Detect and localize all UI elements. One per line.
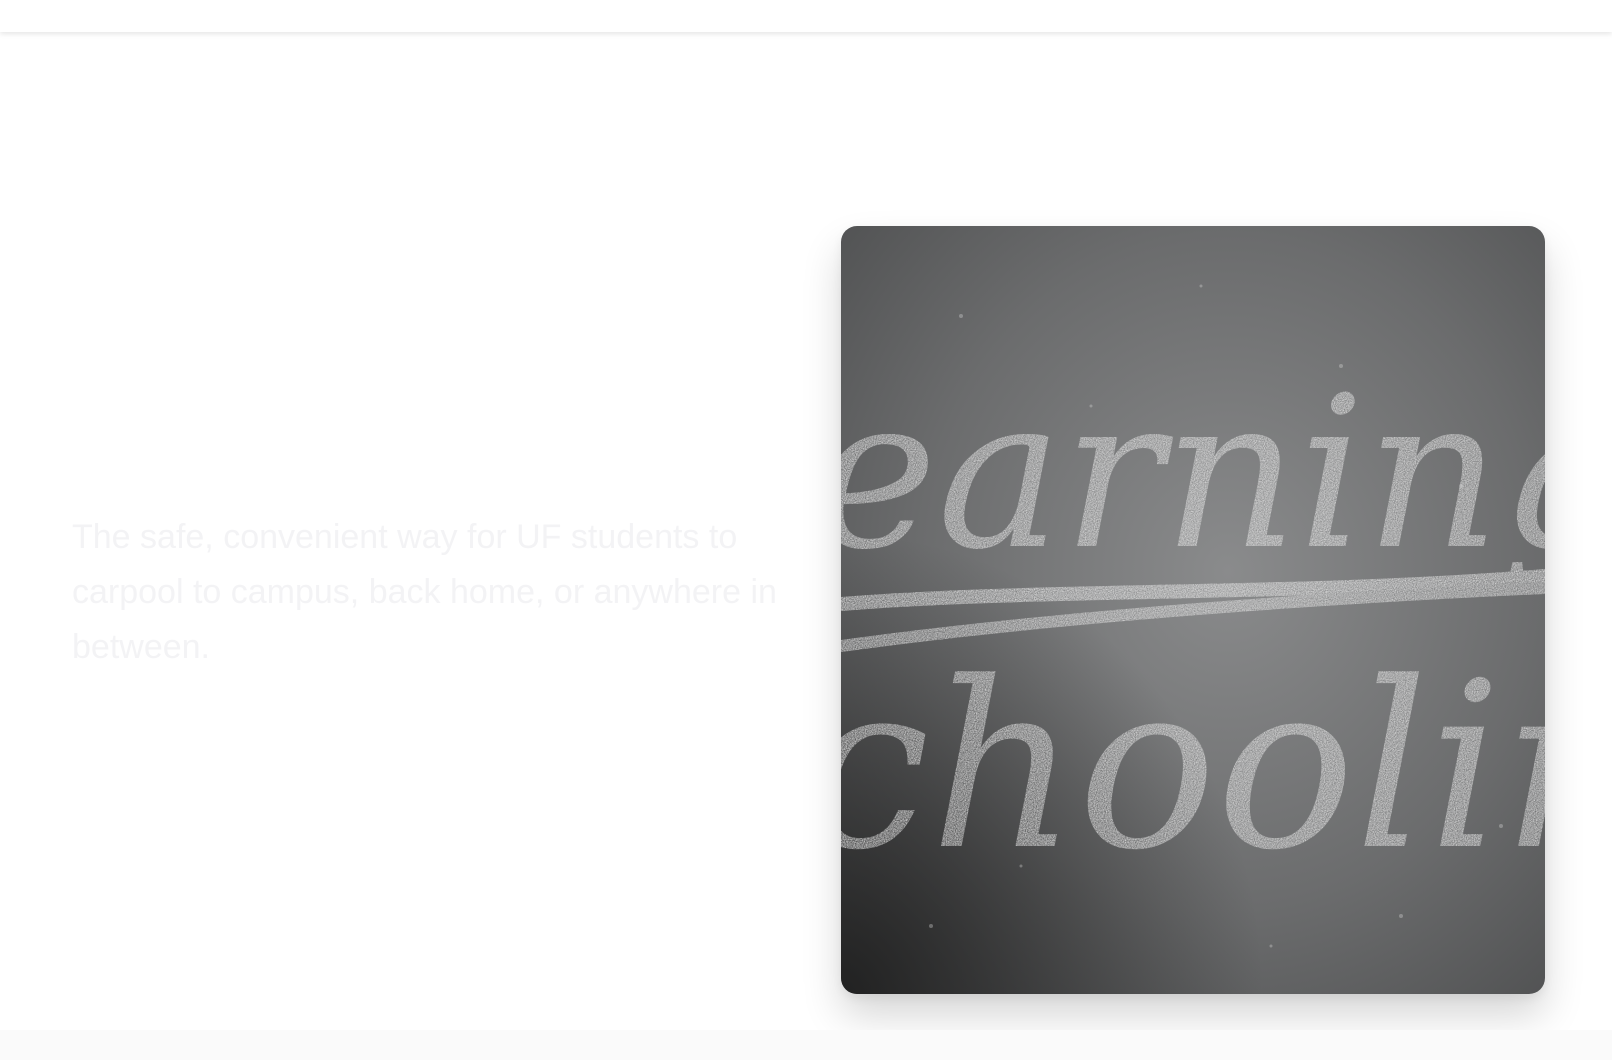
- chalkboard-image: earning choolin: [841, 226, 1545, 994]
- hero-tagline: The safe, convenient way for UF students…: [72, 518, 777, 666]
- chalk-word-bottom: choolin: [841, 634, 1545, 901]
- page-bottom-band: [0, 1030, 1612, 1060]
- chalk-word-top: earning: [841, 351, 1545, 596]
- hero-image: earning choolin: [841, 226, 1545, 994]
- top-navigation-bar: [0, 0, 1612, 32]
